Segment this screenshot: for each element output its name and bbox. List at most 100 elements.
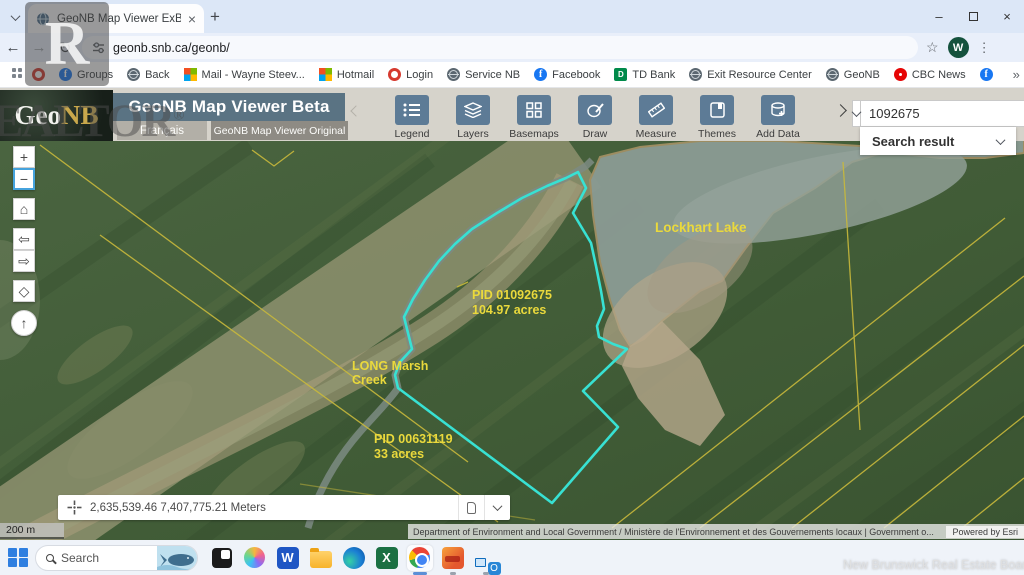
reload-icon[interactable]: ↻	[52, 39, 78, 57]
bookmark-item[interactable]: Back	[127, 68, 169, 81]
geonb-toolbar: Legend Layers Basemaps Draw Measure Themes Add…	[395, 95, 795, 140]
window-minimize-button[interactable]: –	[922, 0, 956, 33]
bookmark-item[interactable]: Service NB	[447, 68, 520, 81]
search-result-panel[interactable]: Search result	[860, 127, 1016, 155]
bookmark-item[interactable]: Login	[388, 68, 433, 81]
legend-icon	[395, 95, 429, 125]
bookmark-item[interactable]: f	[980, 68, 993, 81]
toolbar-label: Basemaps	[509, 128, 559, 140]
toolbar-draw[interactable]: Draw	[578, 95, 612, 140]
draw-icon	[578, 95, 612, 125]
zoom-in-button[interactable]: +	[13, 146, 35, 168]
profile-avatar[interactable]: W	[948, 37, 969, 58]
screen: GeoNB Map Viewer ExB × + – × ← → ↻ geonb…	[0, 0, 1024, 575]
red-site-icon	[32, 68, 45, 81]
copilot-taskbar-icon[interactable]	[242, 545, 268, 571]
bookmark-item[interactable]	[32, 68, 45, 81]
browser-menu-icon[interactable]: ⋮	[978, 46, 988, 50]
coordinates-dropdown[interactable]	[484, 495, 510, 520]
taskbar-search[interactable]: Search	[35, 545, 198, 571]
toolbar-label: Legend	[394, 128, 429, 140]
bookmark-item[interactable]: CBC News	[894, 68, 966, 81]
app-title: GeoNB Map Viewer Beta	[113, 93, 345, 121]
bookmark-label: Back	[145, 69, 169, 81]
toolbar-measure[interactable]: Measure	[639, 95, 673, 140]
bookmark-item[interactable]: GeoNB	[826, 68, 880, 81]
outlook-taskbar-icon[interactable]	[473, 545, 499, 571]
geonb-logo: GeoNB	[0, 90, 113, 141]
coordinates-value: 2,635,539.46 7,407,775.21 Meters	[90, 502, 458, 514]
themes-icon	[700, 95, 734, 125]
window-maximize-button[interactable]	[956, 0, 990, 33]
toolbar-label: Themes	[698, 128, 736, 140]
tab-search-icon[interactable]	[6, 8, 24, 26]
locate-button[interactable]: ◇	[13, 280, 35, 302]
original-viewer-button[interactable]: GeoNB Map Viewer Original	[211, 121, 348, 140]
excel-taskbar-icon[interactable]: X	[374, 545, 400, 571]
bookmark-item[interactable]: Exit Resource Center	[689, 68, 812, 81]
adddata-icon	[761, 95, 795, 125]
map-attribution: Department of Environment and Local Gove…	[408, 524, 1024, 539]
basemaps-icon	[517, 95, 551, 125]
forward-icon[interactable]: →	[26, 39, 52, 56]
new-tab-button[interactable]: +	[210, 7, 220, 27]
toolbar-themes[interactable]: Themes	[700, 95, 734, 140]
north-arrow-button[interactable]: ↑	[11, 310, 37, 336]
search-source-dropdown[interactable]	[852, 100, 861, 127]
bookmark-item[interactable]: DTD Bank	[614, 68, 675, 81]
copy-coordinates-button[interactable]	[458, 495, 484, 520]
bookmark-label: Login	[406, 69, 433, 81]
toolbar-collapse-icon[interactable]	[352, 102, 360, 120]
previous-extent-button[interactable]: ⇦	[13, 228, 35, 250]
bookmarks-bar: fGroups Back Mail - Wayne Steev... Hotmail L…	[0, 62, 1024, 88]
layers-icon	[456, 95, 490, 125]
zoom-out-button[interactable]: −	[13, 168, 35, 190]
bookmark-item[interactable]: fFacebook	[534, 68, 600, 81]
search-input[interactable]	[861, 100, 1024, 127]
toolbar-label: Measure	[636, 128, 677, 140]
bookmark-item[interactable]: fGroups	[59, 68, 113, 81]
site-settings-icon[interactable]	[92, 41, 105, 54]
chrome-taskbar-icon[interactable]	[407, 545, 433, 571]
microsoft-icon	[184, 68, 197, 81]
excel-icon: X	[376, 547, 398, 569]
toolbar-basemaps[interactable]: Basemaps	[517, 95, 551, 140]
start-button[interactable]	[8, 548, 28, 568]
language-button[interactable]: Français	[117, 121, 207, 140]
photos-app-taskbar-icon[interactable]	[440, 545, 466, 571]
browser-tab[interactable]: GeoNB Map Viewer ExB ×	[28, 4, 204, 33]
window-close-button[interactable]: ×	[990, 0, 1024, 33]
edge-taskbar-icon[interactable]	[341, 545, 367, 571]
bookmark-label: Exit Resource Center	[707, 69, 812, 81]
toolbar-layers[interactable]: Layers	[456, 95, 490, 140]
address-bar[interactable]: geonb.snb.ca/geonb/	[82, 36, 918, 59]
word-taskbar-icon[interactable]: W	[275, 545, 301, 571]
next-extent-button[interactable]: ⇨	[13, 250, 35, 272]
bookmark-item[interactable]: Hotmail	[319, 68, 374, 81]
toolbar-label: Draw	[583, 128, 608, 140]
file-explorer-taskbar-icon[interactable]	[308, 545, 334, 571]
crosshair-icon[interactable]	[67, 500, 82, 515]
globe-icon	[826, 68, 839, 81]
back-icon[interactable]: ←	[0, 39, 26, 56]
bookmark-label: GeoNB	[844, 69, 880, 81]
attribution-text: Department of Environment and Local Gove…	[408, 527, 946, 537]
search-result-label: Search result	[872, 134, 954, 149]
bookmark-item[interactable]: Mail - Wayne Steev...	[184, 68, 305, 81]
tab-title: GeoNB Map Viewer ExB	[57, 13, 181, 25]
globe-icon	[447, 68, 460, 81]
home-button[interactable]: ⌂	[13, 198, 35, 220]
lake-label: Lockhart Lake	[655, 220, 747, 235]
apps-grid-icon[interactable]	[12, 68, 22, 82]
toolbar-legend[interactable]: Legend	[395, 95, 429, 140]
coordinates-bar: 2,635,539.46 7,407,775.21 Meters	[58, 495, 510, 520]
bookmark-star-icon[interactable]: ☆	[926, 39, 939, 56]
bookmarks-overflow-icon[interactable]: »	[1013, 67, 1020, 82]
task-view-icon	[212, 548, 232, 568]
toolbar-expand-icon[interactable]	[836, 102, 845, 120]
task-view-taskbar-icon[interactable]	[209, 545, 235, 571]
toolbar-add-data[interactable]: Add Data	[761, 95, 795, 140]
tab-close-icon[interactable]: ×	[188, 12, 196, 26]
map-canvas[interactable]: Lockhart Lake PID 01092675 104.97 acres …	[0, 141, 1024, 540]
creek-label-line2: Creek	[352, 373, 387, 387]
